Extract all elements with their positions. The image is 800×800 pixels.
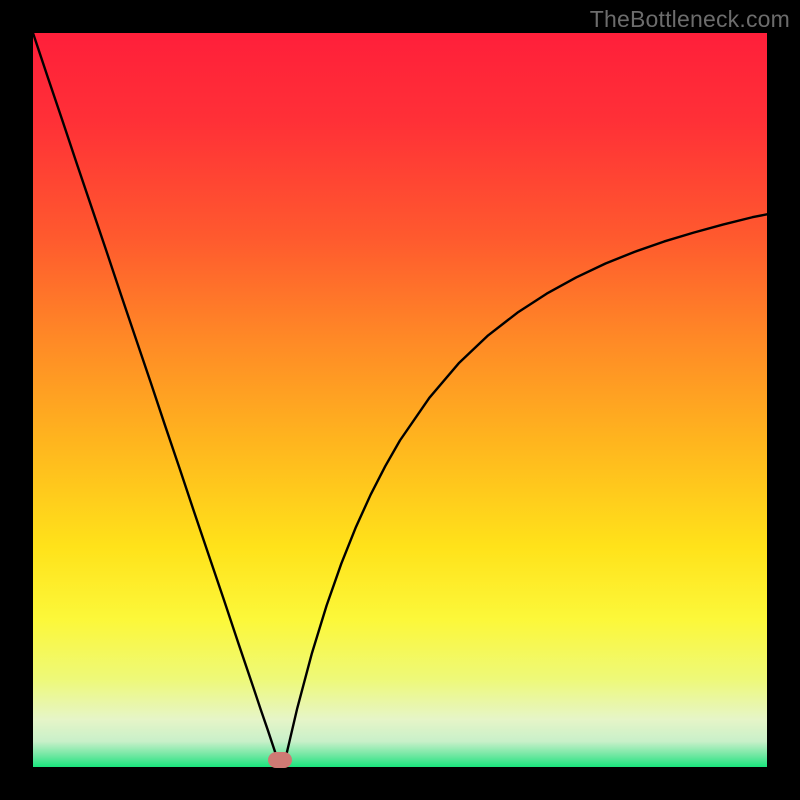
optimum-marker bbox=[268, 752, 292, 768]
chart-frame: TheBottleneck.com bbox=[0, 0, 800, 800]
watermark-text: TheBottleneck.com bbox=[590, 6, 790, 33]
plot-area bbox=[33, 33, 767, 767]
bottleneck-curve bbox=[33, 33, 767, 767]
